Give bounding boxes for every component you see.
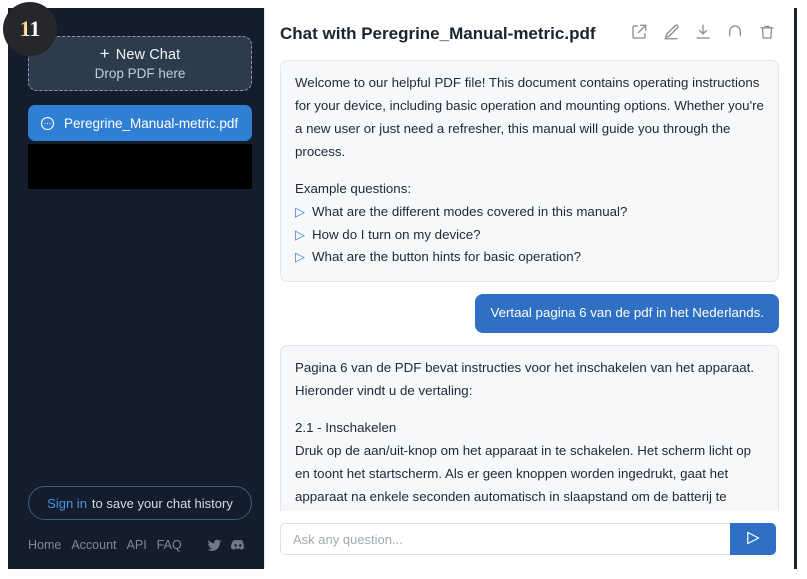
sidebar-item-label: Peregrine_Manual-metric.pdf xyxy=(64,115,239,131)
footer-link-home[interactable]: Home xyxy=(28,538,61,552)
footer-link-faq[interactable]: FAQ xyxy=(157,538,182,552)
download-icon[interactable] xyxy=(694,23,712,46)
screenshot-root: 11 + New Chat Drop PDF here Peregrine_Ma… xyxy=(0,0,807,579)
translation-intro: Pagina 6 van de PDF bevat instructies vo… xyxy=(295,359,755,398)
trash-icon[interactable] xyxy=(758,23,776,46)
question-input[interactable] xyxy=(280,523,730,555)
footer-social-links xyxy=(207,537,252,553)
send-button[interactable] xyxy=(730,523,776,555)
translation-body: Druk op de aan/uit-knop om het apparaat … xyxy=(295,443,752,504)
example-question-2[interactable]: ▷ How do I turn on my device? xyxy=(295,224,764,247)
step-badge-number: 11 xyxy=(19,16,41,41)
play-triangle-icon: ▷ xyxy=(295,249,305,265)
sign-in-link[interactable]: Sign in xyxy=(47,496,87,511)
example-question-label: How do I turn on my device? xyxy=(312,226,481,242)
new-chat-button[interactable]: + New Chat Drop PDF here xyxy=(28,36,252,91)
send-icon xyxy=(744,529,762,550)
user-message-row: Vertaal pagina 6 van de pdf in het Neder… xyxy=(280,294,779,333)
example-questions-title: Example questions: xyxy=(295,181,412,197)
play-triangle-icon: ▷ xyxy=(295,226,305,242)
chat-bubble-icon xyxy=(40,116,55,131)
page-title: Chat with Peregrine_Manual-metric.pdf xyxy=(280,24,596,43)
new-chat-label-row: + New Chat xyxy=(99,44,181,63)
plus-icon: + xyxy=(99,44,110,63)
drop-pdf-hint: Drop PDF here xyxy=(94,66,186,81)
example-question-3[interactable]: ▷ What are the button hints for basic op… xyxy=(295,246,764,269)
example-question-label: What are the different modes covered in … xyxy=(312,204,628,220)
user-message: Vertaal pagina 6 van de pdf in het Neder… xyxy=(475,294,779,333)
refresh-icon[interactable] xyxy=(726,23,744,46)
footer-link-account[interactable]: Account xyxy=(71,538,116,552)
message-list: Welcome to our helpful PDF file! This do… xyxy=(265,60,794,511)
assistant-translation-message: Pagina 6 van de PDF bevat instructies vo… xyxy=(280,344,779,511)
sidebar-blank-panel xyxy=(28,144,252,189)
twitter-icon[interactable] xyxy=(207,538,222,553)
example-question-label: What are the button hints for basic oper… xyxy=(312,249,582,265)
share-icon[interactable] xyxy=(630,23,648,46)
sign-in-hint: to save your chat history xyxy=(91,495,233,511)
welcome-paragraph: Welcome to our helpful PDF file! This do… xyxy=(295,75,764,159)
main-panel: Chat with Peregrine_Manual-metric.pdf We… xyxy=(264,8,794,569)
chat-header: Chat with Peregrine_Manual-metric.pdf xyxy=(265,8,794,60)
play-triangle-icon: ▷ xyxy=(295,204,305,220)
sidebar-footer: Home Account API FAQ xyxy=(28,537,252,553)
example-question-1[interactable]: ▷ What are the different modes covered i… xyxy=(295,201,764,224)
sidebar: + New Chat Drop PDF here Peregrine_Manua… xyxy=(8,8,264,569)
assistant-welcome-message: Welcome to our helpful PDF file! This do… xyxy=(280,60,779,283)
translation-heading: 2.1 - Inschakelen xyxy=(295,420,397,436)
composer xyxy=(265,511,794,569)
app-window: + New Chat Drop PDF here Peregrine_Manua… xyxy=(8,8,797,569)
sidebar-item-peregrine-manual[interactable]: Peregrine_Manual-metric.pdf xyxy=(28,105,252,141)
header-actions xyxy=(630,23,776,46)
step-badge: 11 xyxy=(3,2,57,56)
discord-icon[interactable] xyxy=(230,537,246,553)
edit-icon[interactable] xyxy=(662,23,680,46)
footer-link-api[interactable]: API xyxy=(127,538,147,552)
sign-in-banner[interactable]: Sign in to save your chat history xyxy=(28,486,252,520)
new-chat-label: New Chat xyxy=(115,46,181,63)
